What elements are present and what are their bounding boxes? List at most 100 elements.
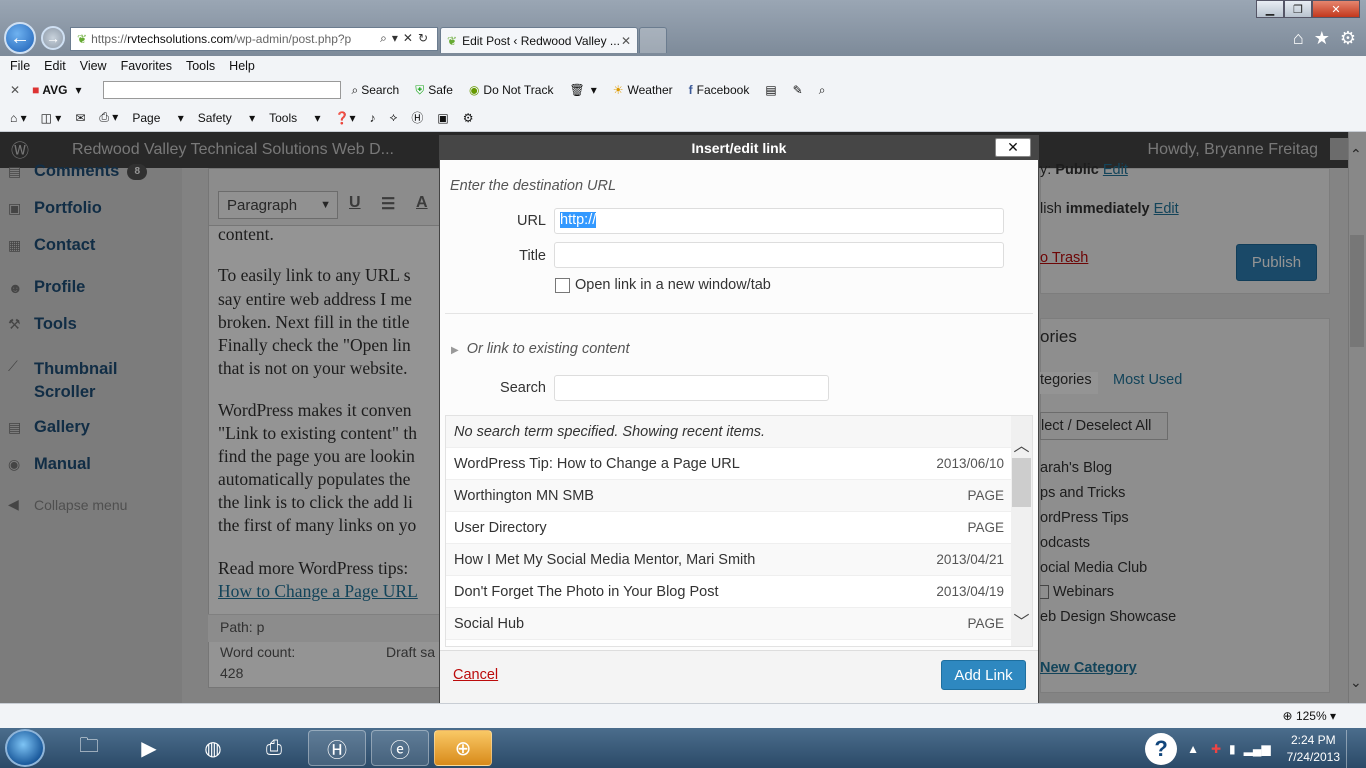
- list-item[interactable]: Social Hub PAGE: [446, 608, 1012, 640]
- home-icon[interactable]: ⌂: [1293, 28, 1304, 49]
- triangle-right-icon: ▶: [451, 345, 459, 356]
- forward-button[interactable]: →: [41, 26, 65, 50]
- menu-file[interactable]: File: [10, 59, 30, 73]
- menu-tools[interactable]: Tools: [186, 59, 215, 73]
- url-input[interactable]: http://: [554, 208, 1004, 234]
- cancel-button[interactable]: Cancel: [453, 667, 498, 683]
- notepad-icon[interactable]: ✎: [793, 83, 803, 97]
- zoom-icon: ⊕: [1282, 709, 1293, 723]
- avg-search-button[interactable]: ⌕ Search: [351, 83, 399, 98]
- trash-dropdown[interactable]: 🗑 ▾: [569, 83, 596, 97]
- tray-expand-icon[interactable]: ▲: [1187, 742, 1199, 756]
- back-button[interactable]: ←: [4, 22, 36, 54]
- search-results-list: No search term specified. Showing recent…: [445, 415, 1033, 647]
- existing-content-toggle[interactable]: ▶ Or link to existing content: [451, 341, 630, 357]
- tools-menu-label: Tools: [269, 110, 298, 125]
- facebook-label: Facebook: [696, 83, 750, 97]
- avg-search-input[interactable]: [103, 81, 342, 99]
- new-window-checkbox[interactable]: [555, 278, 570, 293]
- facebook-button[interactable]: f Facebook: [689, 83, 750, 97]
- title-input[interactable]: [554, 242, 1004, 268]
- tools-menu[interactable]: Tools ▾: [269, 111, 320, 125]
- tab-edit-post[interactable]: ❦ Edit Post ‹ Redwood Valley ... ✕: [440, 27, 638, 53]
- explorer-folder-icon[interactable]: 🗀: [60, 730, 118, 766]
- hp-icon[interactable]: Ⓗ: [411, 109, 423, 126]
- avg-logo[interactable]: ■ AVG ▾: [32, 83, 81, 97]
- start-button[interactable]: [5, 729, 45, 767]
- safety-menu[interactable]: Safety ▾: [198, 111, 255, 125]
- power-icon[interactable]: ▮: [1229, 742, 1236, 756]
- list-item[interactable]: User Directory PAGE: [446, 512, 1012, 544]
- calculator-icon[interactable]: ▤: [765, 83, 776, 97]
- close-tab-icon[interactable]: ✕: [621, 34, 631, 48]
- close-icon[interactable]: ✕: [10, 83, 20, 97]
- search-icon: ⌕: [351, 82, 359, 97]
- avg-logo-icon: ■: [32, 83, 40, 97]
- browser-top-icons: ⌂ ★ ⚙: [1293, 28, 1356, 49]
- arrow-left-icon: ←: [10, 26, 30, 49]
- do-not-track-button[interactable]: ◉ Do Not Track: [469, 83, 554, 97]
- home-icon[interactable]: ⌂ ▾: [10, 111, 27, 125]
- security-icon[interactable]: ✚: [1211, 742, 1221, 756]
- new-window-label[interactable]: Open link in a new window/tab: [575, 277, 771, 293]
- page-menu[interactable]: Page ▾: [132, 111, 183, 125]
- add-link-button[interactable]: Add Link: [941, 660, 1026, 690]
- scroll-up-icon[interactable]: ︿: [1011, 432, 1032, 456]
- facebook-icon: f: [688, 83, 693, 97]
- menu-view[interactable]: View: [80, 59, 107, 73]
- search-web-icon[interactable]: ⌕: [819, 83, 826, 98]
- hp-app-icon[interactable]: Ⓗ: [308, 730, 366, 766]
- list-item[interactable]: WordPress Tip: How to Change a Page URL 2…: [446, 448, 1012, 480]
- safe-label: Safe: [428, 83, 453, 97]
- result-title: WordPress Tip: How to Change a Page URL: [454, 455, 740, 472]
- dialog-close-button[interactable]: ✕: [995, 138, 1031, 157]
- close-window-button[interactable]: ✕: [1312, 0, 1360, 18]
- favorites-star-icon[interactable]: ★: [1314, 28, 1330, 49]
- research-icon[interactable]: ♪: [369, 111, 375, 125]
- menu-edit[interactable]: Edit: [44, 59, 66, 73]
- result-meta: PAGE: [967, 520, 1004, 535]
- zoom-control[interactable]: ⊕ 125% ▾: [1283, 709, 1336, 723]
- new-tab-button[interactable]: [639, 27, 667, 53]
- signal-icon[interactable]: ▂▄▆: [1244, 742, 1271, 756]
- gear-icon[interactable]: ⚙: [1340, 28, 1356, 49]
- minimize-button[interactable]: ▁: [1256, 0, 1284, 18]
- clock-date: 7/24/2013: [1286, 750, 1340, 764]
- dialog-divider: [445, 313, 1033, 314]
- safe-button[interactable]: ⛨ Safe: [415, 83, 453, 98]
- scroll-down-icon[interactable]: ﹀: [1011, 608, 1032, 632]
- search-input[interactable]: [554, 375, 829, 401]
- media-player-icon[interactable]: ▶: [120, 730, 178, 766]
- address-controls[interactable]: ⌕▾✕↻: [380, 31, 433, 46]
- bird-icon[interactable]: ⟡: [389, 110, 397, 125]
- avg-search-label: Search: [361, 83, 400, 97]
- trash-icon: 🗑: [569, 83, 585, 97]
- clock-time: 2:24 PM: [1290, 733, 1336, 747]
- weather-button[interactable]: ☀ Weather: [613, 83, 673, 97]
- list-item[interactable]: Don't Forget The Photo in Your Blog Post…: [446, 576, 1012, 608]
- network-globe-icon[interactable]: ⊕: [434, 730, 492, 766]
- printer-app-icon[interactable]: ⎙: [245, 730, 303, 766]
- globe-icon[interactable]: ◍: [184, 730, 242, 766]
- menu-help[interactable]: Help: [229, 59, 255, 73]
- list-item[interactable]: How I Met My Social Media Mentor, Mari S…: [446, 544, 1012, 576]
- address-bar[interactable]: ❦ https://rvtechsolutions.com/wp-admin/p…: [70, 27, 438, 51]
- do-not-track-label: Do Not Track: [483, 83, 554, 97]
- url-input-value: http://: [560, 212, 597, 228]
- results-scroll-thumb[interactable]: [1012, 458, 1031, 507]
- mail-icon[interactable]: ✉: [75, 111, 85, 125]
- addon-icon[interactable]: ▣: [437, 111, 448, 125]
- show-desktop-button[interactable]: [1346, 730, 1356, 768]
- internet-explorer-icon[interactable]: ⓔ: [371, 730, 429, 766]
- list-item[interactable]: Worthington MN SMB PAGE: [446, 480, 1012, 512]
- title-label: Title: [519, 248, 546, 264]
- favicon-icon: ❦: [447, 33, 458, 48]
- print-icon[interactable]: ⎙ ▾: [99, 110, 118, 125]
- feeds-icon[interactable]: ◫ ▾: [41, 111, 62, 125]
- help-icon[interactable]: ❓▾: [335, 111, 356, 125]
- gear-icon[interactable]: ⚙: [463, 111, 474, 125]
- maximize-button[interactable]: ❐: [1284, 0, 1312, 18]
- clock[interactable]: 2:24 PM 7/24/2013: [1287, 732, 1340, 766]
- menu-favorites[interactable]: Favorites: [121, 59, 172, 73]
- help-icon[interactable]: ?: [1145, 733, 1178, 765]
